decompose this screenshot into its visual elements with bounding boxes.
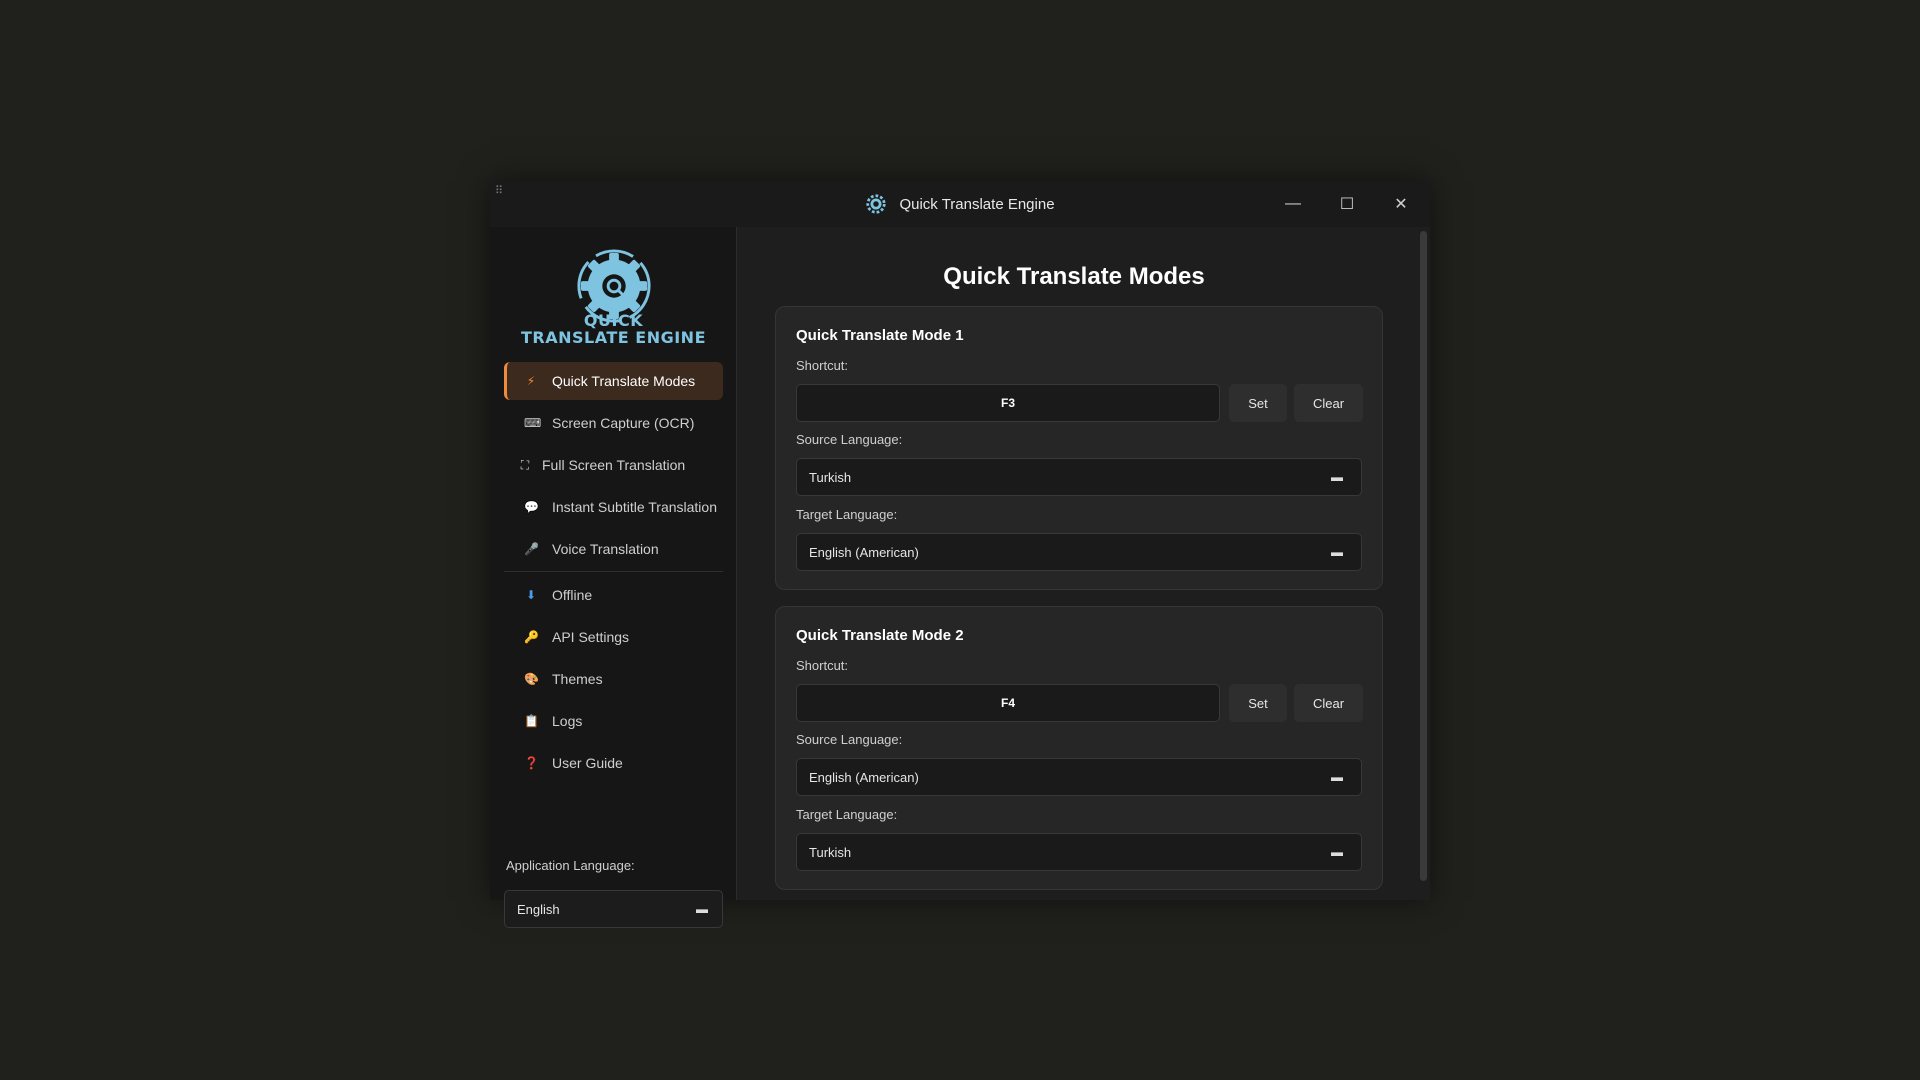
app-logo-icon xyxy=(866,194,887,214)
key-icon: 🔑 xyxy=(524,630,539,644)
content-scrollbar[interactable] xyxy=(1420,231,1427,881)
mode-card-2: Quick Translate Mode 2 Shortcut: F4 Set … xyxy=(775,606,1383,890)
minimize-button[interactable]: — xyxy=(1266,181,1320,227)
source-language-label: Source Language: xyxy=(796,732,903,747)
keyboard-icon: ⌨ xyxy=(524,416,542,430)
target-language-select[interactable]: Turkish ▬ xyxy=(796,833,1362,871)
sidebar-item-label: Voice Translation xyxy=(552,541,659,557)
sidebar-item-label: Offline xyxy=(552,587,593,603)
shortcut-input[interactable]: F4 xyxy=(796,684,1220,722)
close-button[interactable]: ✕ xyxy=(1374,181,1428,227)
source-language-label: Source Language: xyxy=(796,432,903,447)
sidebar-item-instant-subtitle-translation[interactable]: 💬 Instant Subtitle Translation xyxy=(504,488,723,526)
target-language-value: English (American) xyxy=(809,544,919,560)
microphone-icon: 🎤 xyxy=(524,542,539,556)
palette-icon: 🎨 xyxy=(524,672,539,686)
sidebar-item-api-settings[interactable]: 🔑 API Settings xyxy=(504,618,723,656)
source-language-value: English (American) xyxy=(809,769,919,785)
sidebar-item-label: Themes xyxy=(552,671,603,687)
clipboard-icon: 📋 xyxy=(524,714,539,728)
sidebar-item-label: User Guide xyxy=(552,755,623,771)
speech-bubble-icon: 💬 xyxy=(524,500,539,514)
mode-card-title: Quick Translate Mode 2 xyxy=(796,627,964,644)
sidebar-item-label: Instant Subtitle Translation xyxy=(552,499,717,515)
fullscreen-icon: ⛶ xyxy=(520,457,530,472)
dropdown-icon: ▬ xyxy=(696,902,708,916)
app-language-select[interactable]: English ▬ xyxy=(504,890,723,928)
set-shortcut-button[interactable]: Set xyxy=(1229,384,1287,422)
sidebar-item-label: Quick Translate Modes xyxy=(552,373,696,389)
source-language-select[interactable]: English (American) ▬ xyxy=(796,758,1362,796)
clear-shortcut-button[interactable]: Clear xyxy=(1294,384,1363,422)
target-language-label: Target Language: xyxy=(796,507,898,522)
window-title: Quick Translate Engine xyxy=(899,195,1055,213)
sidebar-item-user-guide[interactable]: ❓ User Guide xyxy=(504,744,723,782)
sidebar-item-screen-capture[interactable]: ⌨ Screen Capture (OCR) xyxy=(504,404,723,442)
dropdown-icon: ▬ xyxy=(1331,845,1343,859)
sidebar-item-label: Logs xyxy=(552,713,583,729)
sidebar-item-themes[interactable]: 🎨 Themes xyxy=(504,660,723,698)
sidebar-item-full-screen-translation[interactable]: ⛶ Full Screen Translation xyxy=(504,446,723,484)
target-language-label: Target Language: xyxy=(796,807,898,822)
target-language-value: Turkish xyxy=(809,844,852,860)
lightning-icon: ⚡ xyxy=(526,374,536,388)
question-icon: ❓ xyxy=(524,756,539,770)
close-icon: ✕ xyxy=(1394,196,1408,213)
sidebar-item-quick-translate-modes[interactable]: ⚡ Quick Translate Modes xyxy=(504,362,723,400)
source-language-value: Turkish xyxy=(809,469,852,485)
app-window: ⠿ Quick Translate Engine — ☐ ✕ QUICK TRA… xyxy=(490,181,1430,928)
set-shortcut-button[interactable]: Set xyxy=(1229,684,1287,722)
sidebar-divider xyxy=(504,571,723,572)
mode-card-1: Quick Translate Mode 1 Shortcut: F3 Set … xyxy=(775,306,1383,590)
target-language-select[interactable]: English (American) ▬ xyxy=(796,533,1362,571)
dropdown-icon: ▬ xyxy=(1331,470,1343,484)
shortcut-label: Shortcut: xyxy=(796,358,849,373)
sidebar-item-label: API Settings xyxy=(552,629,630,645)
title-bar[interactable]: ⠿ Quick Translate Engine — ☐ ✕ xyxy=(490,181,1430,227)
sidebar-item-label: Screen Capture (OCR) xyxy=(552,415,695,431)
dropdown-icon: ▬ xyxy=(1331,545,1343,559)
shortcut-label: Shortcut: xyxy=(796,658,849,673)
maximize-icon: ☐ xyxy=(1339,196,1355,213)
minimize-icon: — xyxy=(1285,195,1301,212)
shortcut-input[interactable]: F3 xyxy=(796,384,1220,422)
app-language-label: Application Language: xyxy=(506,858,635,873)
main-content: Quick Translate Modes Quick Translate Mo… xyxy=(738,227,1430,900)
app-logo: QUICK TRANSLATE ENGINE xyxy=(490,245,737,355)
app-language-value: English xyxy=(517,901,560,917)
maximize-button[interactable]: ☐ xyxy=(1320,181,1374,227)
logo-text-line2: TRANSLATE ENGINE xyxy=(520,328,706,347)
source-language-select[interactable]: Turkish ▬ xyxy=(796,458,1362,496)
clear-shortcut-button[interactable]: Clear xyxy=(1294,684,1363,722)
sidebar-item-voice-translation[interactable]: 🎤 Voice Translation xyxy=(504,530,723,568)
sidebar-item-label: Full Screen Translation xyxy=(542,457,686,473)
dropdown-icon: ▬ xyxy=(1331,770,1343,784)
download-icon: ⬇ xyxy=(525,588,537,602)
sidebar: QUICK TRANSLATE ENGINE ⚡ Quick Translate… xyxy=(490,227,737,928)
sidebar-item-logs[interactable]: 📋 Logs xyxy=(504,702,723,740)
sidebar-item-offline[interactable]: ⬇ Offline xyxy=(504,576,723,614)
page-title: Quick Translate Modes xyxy=(943,263,1205,290)
mode-card-title: Quick Translate Mode 1 xyxy=(796,327,964,344)
